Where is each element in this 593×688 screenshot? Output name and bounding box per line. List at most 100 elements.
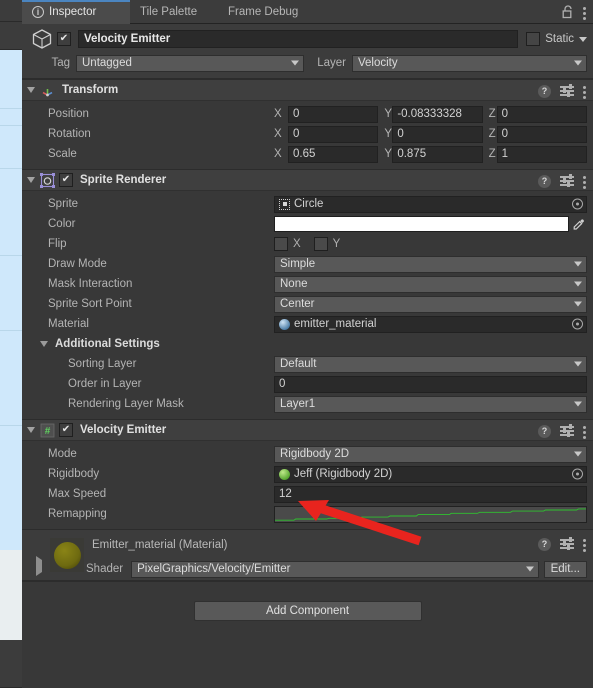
scale-x-input[interactable]: 0.65 [288,145,379,163]
sprite-sort-point-value: Center [280,298,315,310]
remapping-label: Remapping [48,508,107,520]
kebab-menu-icon[interactable] [583,4,587,20]
draw-mode-row: Draw Mode Simple [22,254,593,274]
object-picker-icon[interactable] [572,198,583,210]
rotation-label: Rotation [48,128,91,140]
add-component-area: Add Component [22,598,593,624]
velocity-emitter-body: Mode Rigidbody 2D Rigidbody Jeff (Rigidb… [22,441,593,529]
tag-dropdown[interactable]: Untagged [76,54,304,72]
remapping-curve-field[interactable] [274,505,587,523]
mode-dropdown[interactable]: Rigidbody 2D [274,445,587,463]
component-header-sprite-renderer[interactable]: Sprite Renderer ? [22,169,593,191]
rigidbody-object-field[interactable]: Jeff (Rigidbody 2D) [274,465,587,483]
mode-label: Mode [48,448,77,460]
component-header-velocity-emitter[interactable]: # Velocity Emitter ? [22,419,593,441]
kebab-menu-icon[interactable] [583,423,587,439]
add-component-button[interactable]: Add Component [193,601,422,621]
sprite-object-field[interactable]: Circle [274,195,587,213]
help-icon[interactable]: ? [538,424,551,438]
sprite-label: Sprite [48,198,79,210]
max-speed-label: Max Speed [48,488,107,500]
rotation-z-input[interactable]: 0 [496,125,587,143]
scale-z-input[interactable]: 1 [496,145,587,163]
tag-value: Untagged [82,57,132,69]
mask-interaction-dropdown[interactable]: None [274,275,587,293]
gameobject-enabled-checkbox[interactable] [57,32,71,46]
preset-sliders-icon[interactable] [560,174,574,187]
preset-sliders-icon[interactable] [560,84,574,97]
material-asset-icon [279,318,290,330]
additional-settings-foldout[interactable]: Additional Settings [22,334,593,354]
foldout-velocity-emitter[interactable] [22,427,40,433]
info-icon: i [32,6,44,18]
component-header-transform[interactable]: Transform ? [22,79,593,101]
material-foldout[interactable] [36,556,42,576]
hierarchy-panel-sliver[interactable] [0,0,22,688]
rotation-x-input[interactable]: 0 [288,125,379,143]
help-icon[interactable]: ? [538,537,551,551]
max-speed-input[interactable]: 12 [274,485,587,503]
sliver-row [0,550,22,640]
kebab-menu-icon[interactable] [583,173,587,189]
tab-frame-debug[interactable]: Frame Debug [218,0,308,24]
sprite-renderer-body: Sprite Circle Color Flip X Y Draw Mode S… [22,191,593,419]
axis-z-label: Z [488,128,496,140]
draw-mode-dropdown[interactable]: Simple [274,255,587,273]
sprite-renderer-icon [40,172,55,188]
static-dropdown-caret-icon[interactable] [579,36,587,42]
rendering-layer-mask-label: Rendering Layer Mask [68,398,184,410]
flip-y-checkbox[interactable] [313,237,328,251]
scale-y-input[interactable]: 0.875 [392,145,483,163]
sprite-sort-point-dropdown[interactable]: Center [274,295,587,313]
position-x-input[interactable]: 0 [288,105,379,123]
flip-row: Flip X Y [22,234,593,254]
color-label: Color [48,218,76,230]
kebab-menu-icon[interactable] [583,83,587,99]
mode-row: Mode Rigidbody 2D [22,444,593,464]
static-checkbox[interactable] [526,32,541,46]
chevron-down-icon [291,60,299,66]
order-in-layer-label: Order in Layer [68,378,142,390]
velocity-emitter-enabled-checkbox[interactable] [59,423,73,437]
sprite-renderer-enabled-checkbox[interactable] [59,173,73,187]
axis-z-label: Z [488,148,496,160]
flip-x-checkbox[interactable] [274,237,288,251]
flip-x-label: X [293,238,301,250]
help-icon[interactable]: ? [538,84,551,98]
gameobject-name-field[interactable]: Velocity Emitter [78,30,519,48]
layer-dropdown[interactable]: Velocity [352,54,587,72]
gameobject-header: Velocity Emitter Static Tag Untagged Lay… [22,24,593,79]
order-in-layer-input[interactable]: 0 [274,375,587,393]
rendering-layer-mask-dropdown[interactable]: Layer1 [274,395,587,413]
unlocked-padlock-icon[interactable] [562,5,574,19]
flip-y-label: Y [332,238,341,250]
foldout-transform[interactable] [22,87,40,93]
sprite-asset-icon [279,198,290,210]
sorting-layer-dropdown[interactable]: Default [274,355,587,373]
position-y-input[interactable]: -0.08333328 [392,105,483,123]
mask-interaction-row: Mask Interaction None [22,274,593,294]
material-object-field[interactable]: emitter_material [274,315,587,333]
material-value: emitter_material [294,318,377,330]
rotation-y-input[interactable]: 0 [392,125,483,143]
kebab-menu-icon[interactable] [583,536,587,552]
tab-inspector[interactable]: i Inspector [22,0,130,24]
foldout-sprite-renderer[interactable] [22,177,40,183]
sliver-row [0,0,22,22]
preset-sliders-icon[interactable] [560,424,574,437]
max-speed-row: Max Speed 12 [22,484,593,504]
tab-tile-palette[interactable]: Tile Palette [130,0,207,24]
object-picker-icon[interactable] [572,468,583,480]
shader-dropdown[interactable]: PixelGraphics/Velocity/Emitter [131,560,539,578]
inspector-panel: i Inspector Tile Palette Frame Debug ✔ V… [22,0,593,688]
help-icon[interactable]: ? [538,174,551,188]
position-z-input[interactable]: 0 [496,105,587,123]
static-label: Static [545,33,574,45]
object-picker-icon[interactable] [572,318,583,330]
preset-sliders-icon[interactable] [560,537,574,550]
chevron-down-icon [574,451,582,457]
edit-shader-button[interactable]: Edit... [543,560,587,578]
color-swatch[interactable] [274,216,569,232]
eyedropper-icon[interactable] [569,218,587,231]
mask-interaction-label: Mask Interaction [48,278,133,290]
